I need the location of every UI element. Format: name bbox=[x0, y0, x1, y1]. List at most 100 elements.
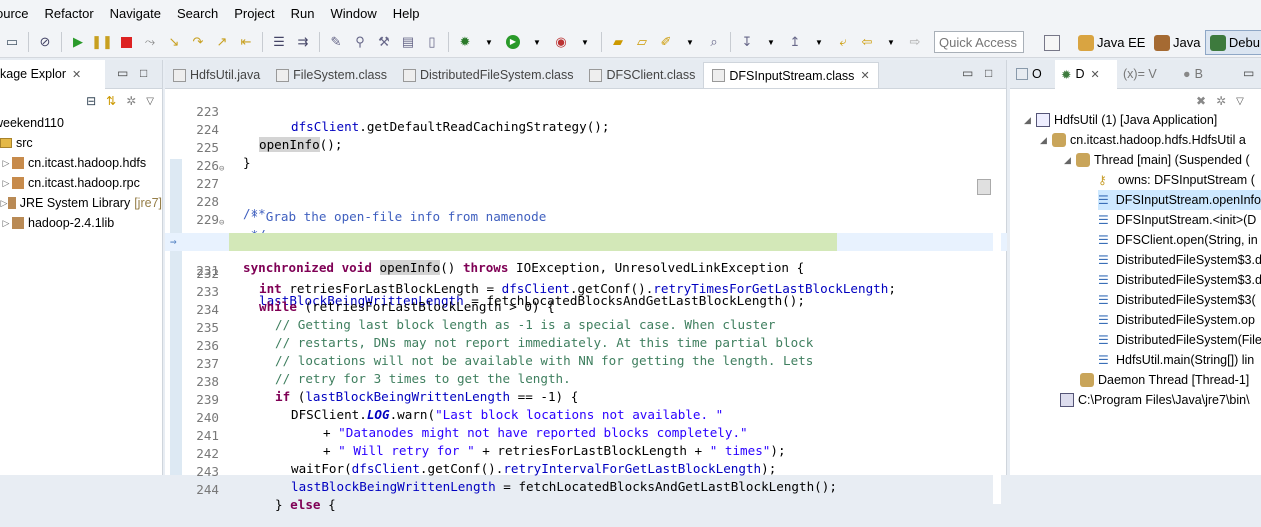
stack-frame-selected[interactable]: ☰ DFSInputStream.openInfo bbox=[1098, 190, 1261, 210]
menu-refactor[interactable]: Refactor bbox=[37, 0, 102, 27]
stack-frame[interactable]: ☰ DistributedFileSystem$3( bbox=[1098, 290, 1256, 310]
minimize-icon[interactable]: ▭ bbox=[962, 66, 973, 80]
step-into-icon[interactable]: ↘ bbox=[163, 31, 185, 53]
tree-item-process[interactable]: C:\Program Files\Java\jre7\bin\ bbox=[1060, 390, 1250, 410]
collapse-icon[interactable]: ◢ bbox=[1064, 155, 1076, 166]
run-to-line-icon[interactable]: ⇉ bbox=[292, 31, 314, 53]
tab-hdfsutil-java[interactable]: HdfsUtil.java bbox=[165, 62, 268, 88]
skip-breakpoints-icon[interactable]: ⊘ bbox=[34, 31, 56, 53]
new-java-project-icon[interactable]: ▰ bbox=[607, 31, 629, 53]
tab-debug[interactable]: ✹ D ✕ bbox=[1055, 59, 1117, 89]
menu-run[interactable]: Run bbox=[283, 0, 323, 27]
maximize-icon[interactable]: □ bbox=[140, 66, 147, 80]
fold-icon[interactable]: ⊖ bbox=[219, 218, 227, 228]
tab-dfsclient-class[interactable]: DFSClient.class bbox=[581, 62, 703, 88]
stack-frame[interactable]: ☰ DFSClient.open(String, in bbox=[1098, 230, 1258, 250]
menu-project[interactable]: Project bbox=[226, 0, 282, 27]
dropdown-arrow-icon[interactable]: ▼ bbox=[760, 31, 782, 53]
last-edit-location-icon[interactable]: ⤶ bbox=[832, 31, 854, 53]
stack-frame[interactable]: ☰ DistributedFileSystem(File bbox=[1098, 330, 1261, 350]
stack-frame[interactable]: ☰ HdfsUtil.main(String[]) lin bbox=[1098, 350, 1254, 370]
toggle-breakpoint-icon[interactable]: ✎ bbox=[325, 31, 347, 53]
terminate-icon[interactable] bbox=[115, 31, 137, 53]
expand-icon[interactable]: ▷ bbox=[0, 218, 12, 229]
collapse-icon[interactable]: ◢ bbox=[1024, 115, 1036, 126]
stack-frame[interactable]: ☰ DistributedFileSystem$3.d bbox=[1098, 270, 1261, 290]
dropdown-arrow-icon[interactable]: ▼ bbox=[808, 31, 830, 53]
menu-search[interactable]: Search bbox=[169, 0, 226, 27]
tool-icon[interactable]: ✐ bbox=[655, 31, 677, 53]
tree-item-vm[interactable]: ◢ cn.itcast.hadoop.hdfs.HdfsUtil a bbox=[1040, 130, 1246, 150]
menu-help[interactable]: Help bbox=[385, 0, 428, 27]
document-icon[interactable]: ▯ bbox=[421, 31, 443, 53]
tree-item-src[interactable]: src bbox=[0, 133, 162, 153]
stack-frame[interactable]: ☰ DFSInputStream.<init>(D bbox=[1098, 210, 1256, 230]
save-icon[interactable]: ▭ bbox=[1, 31, 23, 53]
fold-icon[interactable]: ⊖ bbox=[219, 164, 227, 174]
hammer-icon[interactable]: ⚒ bbox=[373, 31, 395, 53]
overview-ruler[interactable] bbox=[993, 118, 1001, 504]
expand-icon[interactable]: ▷ bbox=[0, 158, 12, 169]
wand-icon[interactable]: ⚲ bbox=[349, 31, 371, 53]
tab-dfsinputstream-class[interactable]: DFSInputStream.class ✕ bbox=[703, 62, 879, 88]
close-icon[interactable]: ✕ bbox=[72, 68, 81, 81]
open-perspective-button[interactable] bbox=[1040, 30, 1067, 55]
step-return-icon[interactable]: ↗ bbox=[211, 31, 233, 53]
focus-icon[interactable]: ✲ bbox=[1216, 94, 1226, 108]
maximize-icon[interactable]: □ bbox=[985, 66, 992, 80]
remove-terminated-icon[interactable]: ✖ bbox=[1196, 94, 1206, 108]
tab-variables[interactable]: (x)= V bbox=[1117, 60, 1177, 89]
tree-item-hadoop-lib[interactable]: ▷ hadoop-2.4.1lib bbox=[0, 213, 162, 233]
view-menu-icon[interactable]: ▽ bbox=[146, 96, 154, 107]
tree-item-package-rpc[interactable]: ▷ cn.itcast.hadoop.rpc bbox=[0, 173, 162, 193]
dropdown-arrow-icon[interactable]: ▼ bbox=[679, 31, 701, 53]
tree-item-project[interactable]: weekend110 bbox=[0, 113, 162, 133]
prev-annotation-icon[interactable]: ↥ bbox=[784, 31, 806, 53]
use-step-filters-icon[interactable]: ☰ bbox=[268, 31, 290, 53]
disconnect-icon[interactable]: ⤳ bbox=[139, 31, 161, 53]
minimize-icon[interactable]: ▭ bbox=[117, 66, 128, 80]
stack-frame[interactable]: ☰ DistributedFileSystem.op bbox=[1098, 310, 1255, 330]
stack-frame[interactable]: ☰ DistributedFileSystem$3.d bbox=[1098, 250, 1261, 270]
perspective-java-ee[interactable]: Java EE bbox=[1074, 30, 1149, 55]
quick-access-input[interactable] bbox=[934, 31, 1024, 53]
menu-navigate[interactable]: Navigate bbox=[102, 0, 169, 27]
menu-window[interactable]: Window bbox=[323, 0, 385, 27]
expand-icon[interactable]: ▷ bbox=[0, 178, 12, 189]
open-folder-icon[interactable]: ▱ bbox=[631, 31, 653, 53]
focus-icon[interactable]: ✲ bbox=[126, 94, 136, 108]
tree-item-jre-library[interactable]: ▷ JRE System Library [jre7] bbox=[0, 193, 162, 213]
resume-icon[interactable]: ▶ bbox=[67, 31, 89, 53]
list-icon[interactable]: ▤ bbox=[397, 31, 419, 53]
tree-item-launch[interactable]: ◢ HdfsUtil (1) [Java Application] bbox=[1024, 110, 1217, 130]
debug-icon[interactable]: ✹ bbox=[454, 31, 476, 53]
expand-icon[interactable]: ▷ bbox=[0, 198, 8, 209]
collapse-icon[interactable]: ◢ bbox=[1040, 135, 1052, 146]
external-tools-icon[interactable]: ◉ bbox=[550, 31, 572, 53]
close-icon[interactable]: ✕ bbox=[1091, 68, 1100, 81]
run-icon[interactable]: ▶ bbox=[502, 31, 524, 53]
perspective-debug[interactable]: Debu bbox=[1205, 30, 1261, 55]
tab-package-explorer[interactable]: kage Explor ✕ bbox=[0, 59, 105, 89]
dropdown-arrow-icon[interactable]: ▼ bbox=[526, 31, 548, 53]
scrollbar-thumb[interactable] bbox=[977, 179, 991, 195]
drop-to-frame-icon[interactable]: ⇤ bbox=[235, 31, 257, 53]
collapse-all-icon[interactable]: ⊟ bbox=[86, 94, 96, 108]
perspective-java[interactable]: Java bbox=[1150, 30, 1204, 55]
minimize-icon[interactable]: ▭ bbox=[1243, 66, 1254, 80]
tree-item-thread-main[interactable]: ◢ Thread [main] (Suspended ( bbox=[1064, 150, 1250, 170]
tab-outline[interactable]: O bbox=[1010, 60, 1055, 89]
back-icon[interactable]: ⇦ bbox=[856, 31, 878, 53]
menu-source[interactable]: ource bbox=[0, 0, 37, 27]
step-over-icon[interactable]: ↷ bbox=[187, 31, 209, 53]
tree-item-daemon-thread[interactable]: Daemon Thread [Thread-1] bbox=[1080, 370, 1249, 390]
close-icon[interactable]: ✕ bbox=[860, 69, 869, 82]
tab-filesystem-class[interactable]: FileSystem.class bbox=[268, 62, 395, 88]
view-menu-icon[interactable]: ▽ bbox=[1236, 96, 1244, 107]
suspend-icon[interactable]: ❚❚ bbox=[91, 31, 113, 53]
dropdown-arrow-icon[interactable]: ▼ bbox=[478, 31, 500, 53]
tab-distributedfilesystem-class[interactable]: DistributedFileSystem.class bbox=[395, 62, 582, 88]
tab-breakpoints[interactable]: ● B bbox=[1177, 60, 1217, 89]
next-annotation-icon[interactable]: ↧ bbox=[736, 31, 758, 53]
dropdown-arrow-icon[interactable]: ▼ bbox=[574, 31, 596, 53]
